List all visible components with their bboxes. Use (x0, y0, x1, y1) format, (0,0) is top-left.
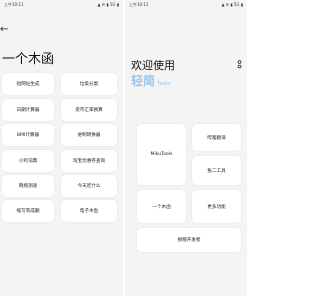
card-bilibili-translate[interactable]: 哔哩翻译 (192, 124, 241, 151)
right-screen: 上午10:11 ▲ ✉ ▮ 5G ▮ 欢迎使用 轻简 Tools MikuTool… (125, 0, 247, 296)
more-options-icon[interactable] (237, 60, 242, 69)
tool-short-url[interactable]: 短网址生成 (2, 73, 54, 95)
tool-date-calculator[interactable]: 日期计算器 (2, 99, 54, 121)
status-icons: ▲ ✉ ▮ 5G ▮ (221, 2, 243, 7)
card-muhan[interactable]: 一个木函 (137, 190, 186, 223)
left-screen: 上午10:11 ▲ ✉ ▮ 5G ▮ ← 一个木函 短网址生成 垃圾分类 日期计… (0, 0, 123, 296)
tool-wooden-fish[interactable]: 电子木鱼 (61, 200, 117, 222)
status-time: 上午10:11 (4, 2, 24, 7)
card-mikutools[interactable]: MikuTools (137, 124, 186, 185)
back-arrow-icon[interactable]: ← (0, 24, 14, 36)
tool-slang-dictionary[interactable]: 小鸡词典 (2, 150, 54, 172)
tool-speed-test[interactable]: 网络测速 (2, 175, 54, 197)
status-bar: 上午10:11 ▲ ✉ ▮ 5G ▮ (125, 0, 247, 9)
donate-developer-button[interactable]: 捐赠开发者 (137, 228, 241, 252)
tool-abbreviation-translate[interactable]: 缩写有成翻 (2, 200, 54, 222)
tool-what-to-eat[interactable]: 今天吃什么 (61, 175, 117, 197)
page-title: 一个木函 (2, 52, 55, 67)
brand-suffix: Tools (157, 81, 171, 87)
tool-taobao-coupon[interactable]: 淘宝优惠券查询 (61, 150, 117, 172)
brand-name: 轻简 (131, 74, 156, 88)
tool-garbage-sort[interactable]: 垃圾分类 (61, 73, 117, 95)
tool-base-converter[interactable]: 进制转换器 (61, 124, 117, 146)
status-bar: 上午10:11 ▲ ✉ ▮ 5G ▮ (0, 0, 123, 9)
tool-bmi-calculator[interactable]: BMI计算器 (2, 124, 54, 146)
brand-title: 轻简 Tools (131, 72, 171, 89)
status-time: 上午10:11 (129, 2, 149, 7)
card-anime-tools[interactable]: 兔二工具 (192, 156, 241, 185)
status-icons: ▲ ✉ ▮ 5G ▮ (97, 2, 119, 7)
tool-currency-converter[interactable]: 货币汇率换算 (61, 99, 117, 121)
welcome-heading: 欢迎使用 (131, 59, 175, 72)
card-more-features[interactable]: 更多功能 (192, 190, 241, 223)
